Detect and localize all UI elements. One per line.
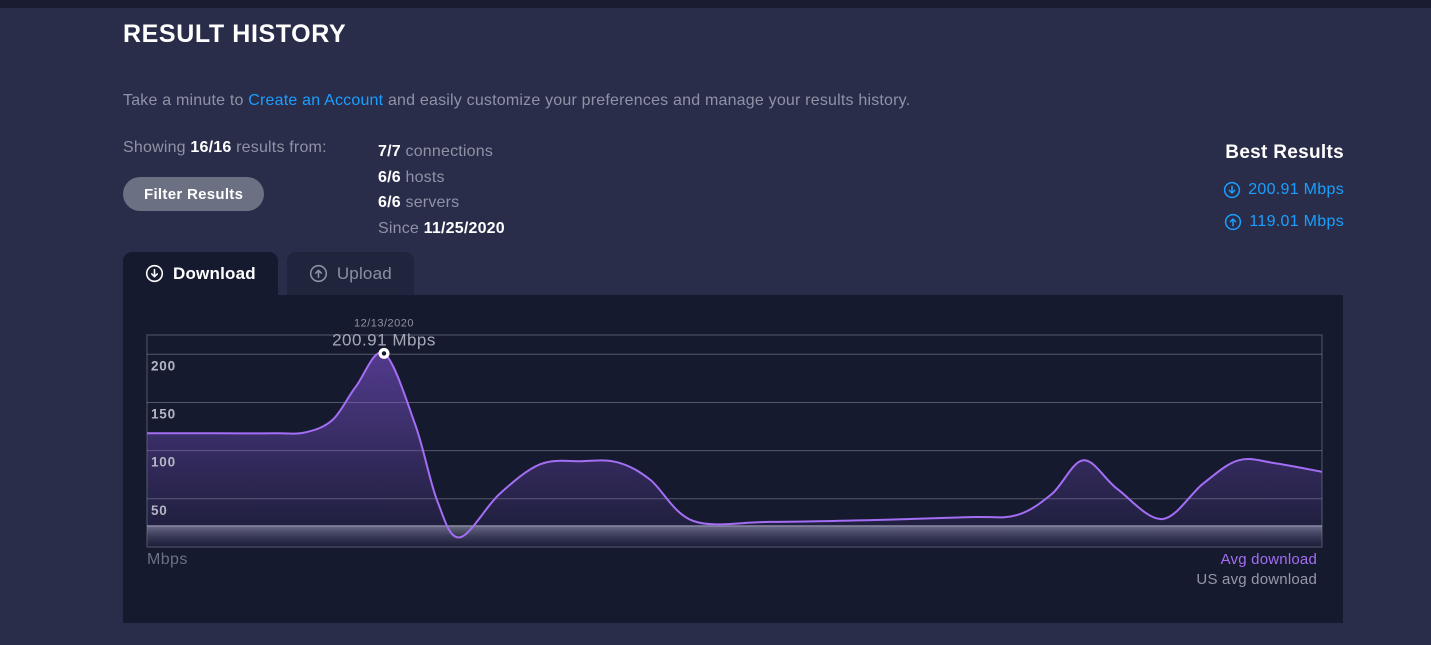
svg-text:100: 100 [151, 455, 176, 470]
best-results-block: Best Results 200.91 Mbps 119.01 Mbps [1223, 142, 1344, 245]
circle-arrow-up-icon [309, 264, 327, 283]
top-divider [0, 0, 1431, 8]
stat-row: 6/6 servers [378, 190, 505, 216]
create-account-link[interactable]: Create an Account [248, 92, 383, 109]
stat-value: 6/6 [378, 168, 401, 186]
showing-label: Showing [123, 139, 191, 156]
stat-row: 6/6 hosts [378, 165, 505, 191]
best-results-title: Best Results [1225, 142, 1344, 163]
legend-avg-download: Avg download [1220, 551, 1317, 568]
best-download-row: 200.91 Mbps [1223, 181, 1344, 199]
filter-results-button[interactable]: Filter Results [123, 177, 265, 211]
svg-text:200.91 Mbps: 200.91 Mbps [332, 330, 436, 349]
download-history-chart[interactable]: 50 100 150 200 12/13/2020200.91 Mbps [123, 295, 1343, 623]
y-axis-unit-label: Mbps [147, 551, 188, 568]
chart-legend: Avg download US avg download [1196, 550, 1317, 589]
tab-upload[interactable]: Upload [286, 252, 414, 295]
intro-before: Take a minute to [123, 92, 249, 109]
since-row: Since 11/25/2020 [378, 216, 505, 242]
result-history-page: RESULT HISTORY Take a minute to Create a… [0, 0, 1431, 645]
best-upload-value: 119.01 Mbps [1249, 213, 1344, 230]
stat-label: connections [400, 143, 494, 160]
best-upload-row: 119.01 Mbps [1223, 213, 1344, 231]
circle-arrow-down-icon [145, 264, 164, 283]
since-label: Since [378, 219, 424, 237]
tab-download-label: Download [173, 263, 256, 283]
svg-text:12/13/2020: 12/13/2020 [354, 317, 414, 329]
intro-text: Take a minute to Create an Account and e… [123, 92, 910, 110]
intro-after: and easily customize your preferences an… [383, 92, 911, 109]
circle-arrow-up-icon [1225, 213, 1242, 231]
svg-text:200: 200 [151, 358, 176, 373]
chart-tabs: Download Upload [123, 252, 414, 295]
stat-label: hosts [400, 168, 445, 186]
since-date: 11/25/2020 [423, 219, 505, 237]
tab-upload-label: Upload [336, 263, 392, 283]
history-chart-panel: 50 100 150 200 12/13/2020 200.91 Mbps Mbps Av… [123, 295, 1343, 623]
svg-text:50: 50 [151, 503, 168, 518]
stat-label: servers [400, 194, 460, 212]
circle-arrow-down-icon [1224, 181, 1241, 199]
page-title: RESULT HISTORY [123, 20, 347, 48]
results-stats-column: 7/7 connections 6/6 hosts 6/6 servers Si… [378, 139, 505, 241]
stat-row: 7/7 connections [378, 139, 505, 165]
showing-count: 16/16 [190, 139, 232, 156]
svg-text:150: 150 [151, 407, 176, 422]
showing-results-summary: Showing 16/16 results from: [123, 139, 327, 157]
tab-download[interactable]: Download [123, 252, 278, 295]
stat-value: 7/7 [378, 143, 401, 160]
stat-value: 6/6 [378, 194, 401, 212]
best-download-value: 200.91 Mbps [1248, 181, 1344, 198]
legend-us-avg-download: US avg download [1196, 570, 1317, 588]
showing-suffix: results from: [231, 139, 327, 156]
